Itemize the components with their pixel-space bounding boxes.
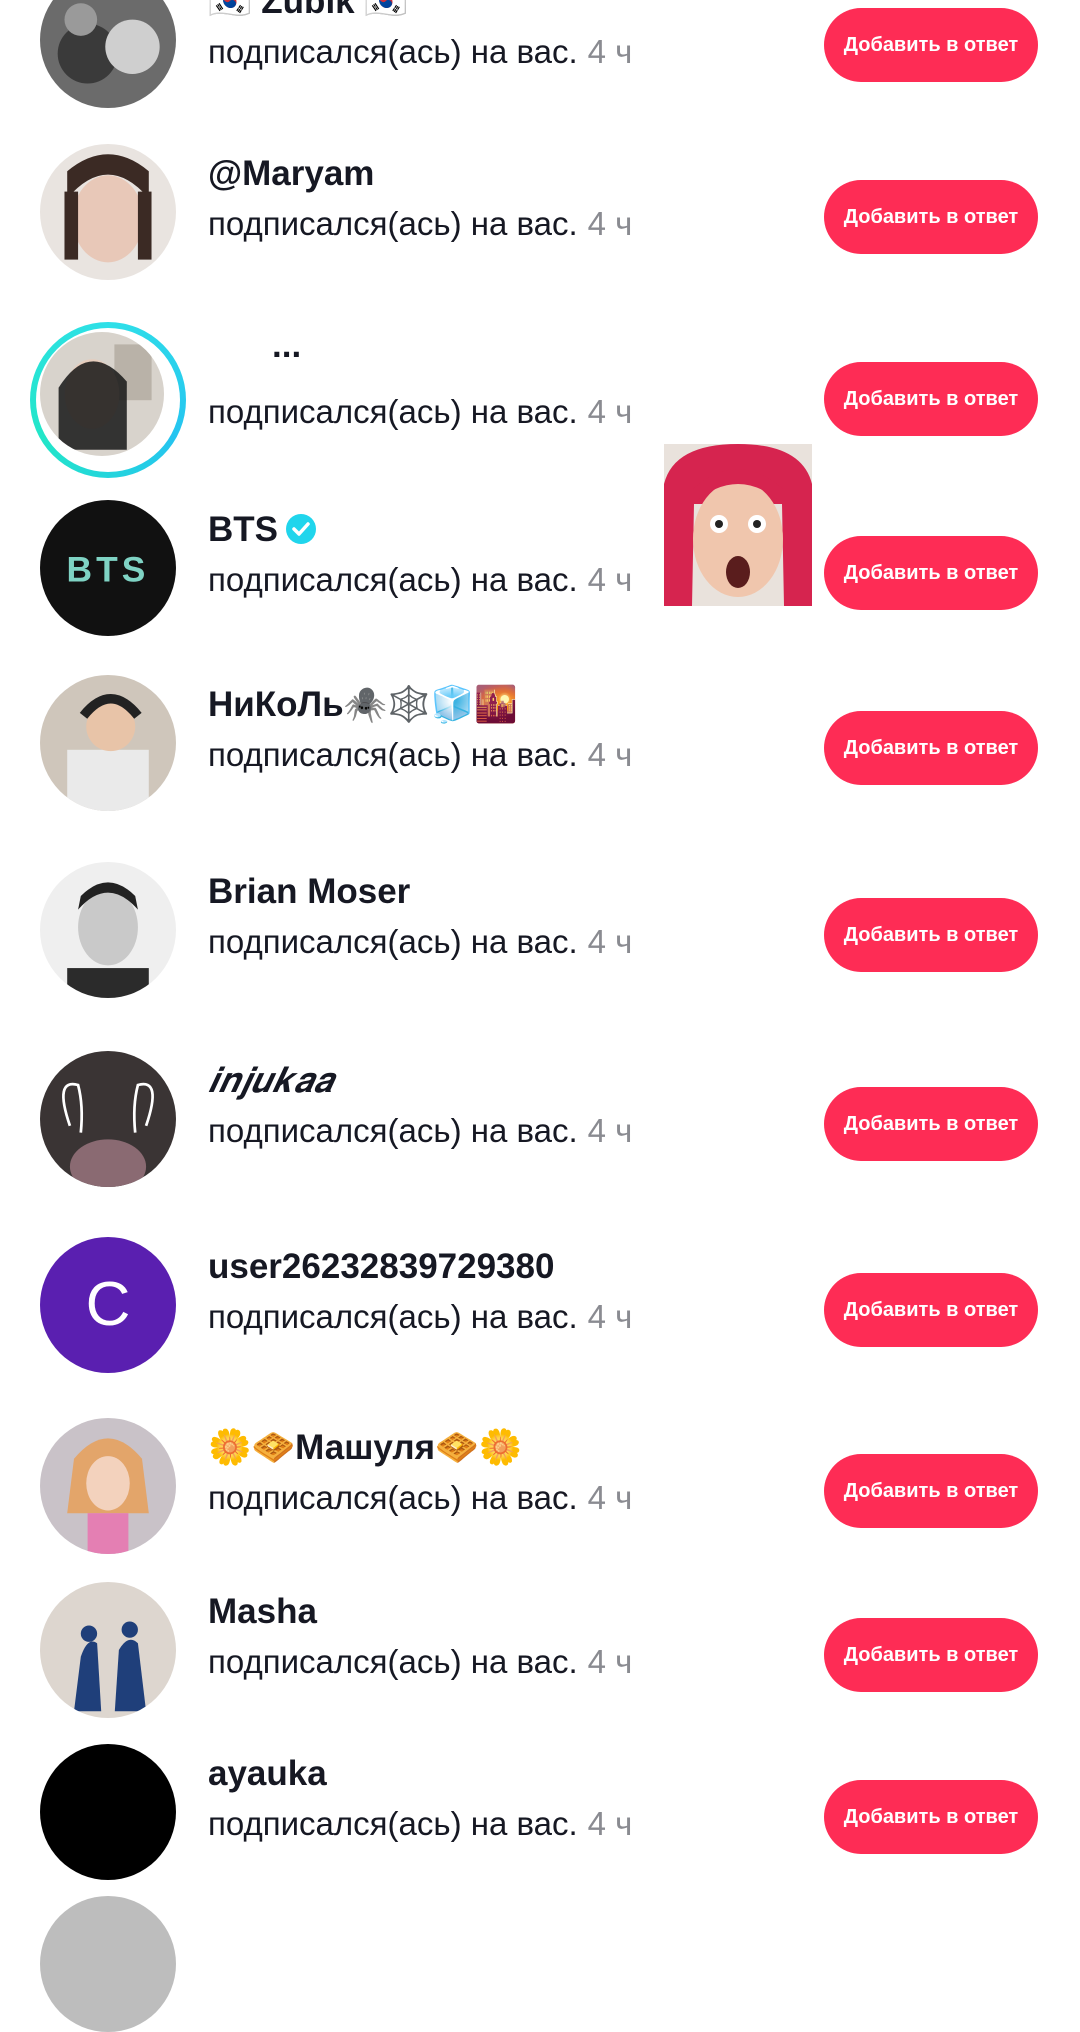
follow-back-button[interactable]: Добавить в ответ <box>824 362 1038 436</box>
follow-back-button[interactable]: Добавить в ответ <box>824 8 1038 82</box>
follow-back-button[interactable]: Добавить в ответ <box>824 1087 1038 1161</box>
avatar[interactable]: C <box>40 1237 176 1373</box>
username: 🌼🧇Машуля🧇🌼 <box>208 1428 523 1467</box>
username: @Maryam <box>208 154 375 193</box>
follow-back-button[interactable]: Добавить в ответ <box>824 1780 1038 1854</box>
reaction-face-sticker <box>664 444 812 606</box>
username: user26232839729380 <box>208 1247 555 1286</box>
timestamp: 4 ч <box>587 561 633 598</box>
svg-text:BTS: BTS <box>67 551 150 590</box>
list-item[interactable]: 𝒊𝒏𝒋𝒖𝒌𝒂𝒂 подписался(ась) на вас. 4 ч Добав… <box>0 1049 1080 1189</box>
list-item[interactable]: ... подписался(ась) на вас. 4 ч Добавить … <box>0 322 1080 478</box>
verified-badge-icon <box>286 513 316 544</box>
follow-message: подписался(ась) на вас. <box>208 1643 578 1680</box>
username: ayauka <box>208 1754 327 1793</box>
notification-text: подписался(ась) на вас. 4 ч <box>208 30 632 74</box>
timestamp: 4 ч <box>587 1112 633 1149</box>
notification-text: подписался(ась) на вас. 4 ч <box>208 733 632 777</box>
follow-message: подписался(ась) на вас. <box>208 736 578 773</box>
timestamp: 4 ч <box>587 33 633 70</box>
avatar[interactable] <box>40 1744 176 1880</box>
username: ... <box>272 326 302 365</box>
avatar[interactable] <box>40 675 176 811</box>
notification-text: подписался(ась) на вас. 4 ч <box>208 1640 632 1684</box>
story-ring[interactable] <box>30 322 186 478</box>
follow-back-button[interactable]: Добавить в ответ <box>824 711 1038 785</box>
username: BTS <box>208 508 316 552</box>
notification-text: подписался(ась) на вас. 4 ч <box>208 390 632 434</box>
list-item[interactable]: BTS BTS подписался(ась) на вас. 4 ч Добав… <box>0 498 1080 638</box>
avatar[interactable] <box>40 1418 176 1554</box>
timestamp: 4 ч <box>587 1479 633 1516</box>
follow-back-button[interactable]: Добавить в ответ <box>824 536 1038 610</box>
notification-text: подписался(ась) на вас. 4 ч <box>208 202 632 246</box>
list-item[interactable]: НиКоЛь🕷️🕸️🧊🌇 подписался(ась) на вас. 4 ч … <box>0 673 1080 813</box>
list-item[interactable]: 🇰🇷 Zubik 🇰🇷 подписался(ась) на вас. 4 ч Д… <box>0 0 1080 110</box>
username-text: BTS <box>208 510 278 549</box>
avatar[interactable]: BTS <box>40 500 176 636</box>
username: 🇰🇷 Zubik 🇰🇷 <box>208 0 408 21</box>
avatar[interactable] <box>40 0 176 108</box>
notification-text: подписался(ась) на вас. 4 ч <box>208 558 632 602</box>
username: Brian Moser <box>208 872 411 911</box>
follow-message: подписался(ась) на вас. <box>208 33 578 70</box>
follow-message: подписался(ась) на вас. <box>208 1805 578 1842</box>
follow-back-button[interactable]: Добавить в ответ <box>824 1618 1038 1692</box>
timestamp: 4 ч <box>587 736 633 773</box>
follow-back-button[interactable]: Добавить в ответ <box>824 1273 1038 1347</box>
next-avatar-peek <box>40 1896 176 2032</box>
follow-message: подписался(ась) на вас. <box>208 205 578 242</box>
follow-back-button[interactable]: Добавить в ответ <box>824 180 1038 254</box>
follow-back-button[interactable]: Добавить в ответ <box>824 898 1038 972</box>
follow-message: подписался(ась) на вас. <box>208 1479 578 1516</box>
list-item[interactable]: Brian Moser подписался(ась) на вас. 4 ч Д… <box>0 860 1080 1000</box>
avatar[interactable] <box>40 144 176 280</box>
timestamp: 4 ч <box>587 1805 633 1842</box>
notification-text: подписался(ась) на вас. 4 ч <box>208 1109 632 1153</box>
timestamp: 4 ч <box>587 1298 633 1335</box>
list-item[interactable]: ayauka подписался(ась) на вас. 4 ч Добави… <box>0 1742 1080 1882</box>
avatar[interactable] <box>40 1582 176 1718</box>
list-item[interactable]: 🌼🧇Машуля🧇🌼 подписался(ась) на вас. 4 ч До… <box>0 1416 1080 1556</box>
timestamp: 4 ч <box>587 393 633 430</box>
timestamp: 4 ч <box>587 205 633 242</box>
follow-message: подписался(ась) на вас. <box>208 1298 578 1335</box>
avatar[interactable] <box>40 332 164 456</box>
username: Masha <box>208 1592 317 1631</box>
follow-back-button[interactable]: Добавить в ответ <box>824 1454 1038 1528</box>
avatar[interactable] <box>40 1051 176 1187</box>
list-item[interactable]: C user26232839729380 подписался(ась) на … <box>0 1235 1080 1375</box>
avatar-letter: C <box>85 1270 131 1339</box>
follow-message: подписался(ась) на вас. <box>208 561 578 598</box>
notification-text: подписался(ась) на вас. 4 ч <box>208 1295 632 1339</box>
list-item[interactable]: Masha подписался(ась) на вас. 4 ч Добавит… <box>0 1580 1080 1720</box>
follow-message: подписался(ась) на вас. <box>208 923 578 960</box>
timestamp: 4 ч <box>587 923 633 960</box>
notification-text: подписался(ась) на вас. 4 ч <box>208 920 632 964</box>
avatar[interactable] <box>40 862 176 998</box>
notification-text: подписался(ась) на вас. 4 ч <box>208 1476 632 1520</box>
follow-message: подписался(ась) на вас. <box>208 393 578 430</box>
timestamp: 4 ч <box>587 1643 633 1680</box>
username: 𝒊𝒏𝒋𝒖𝒌𝒂𝒂 <box>208 1061 333 1101</box>
list-item[interactable]: @Maryam подписался(ась) на вас. 4 ч Добав… <box>0 142 1080 282</box>
username: НиКоЛь🕷️🕸️🧊🌇 <box>208 685 518 724</box>
notification-text: подписался(ась) на вас. 4 ч <box>208 1802 632 1846</box>
follow-message: подписался(ась) на вас. <box>208 1112 578 1149</box>
